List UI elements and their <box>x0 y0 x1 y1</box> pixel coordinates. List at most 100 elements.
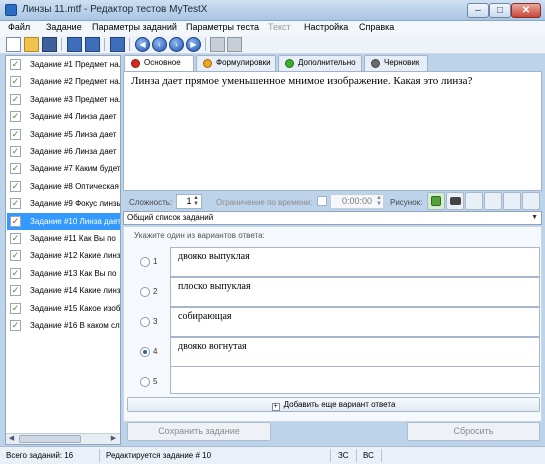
task-list-item[interactable]: ✓ Задание #3 Предмет на... <box>7 91 120 108</box>
save-task-button[interactable]: Сохранить задание <box>127 422 271 441</box>
task-list-item-selected[interactable]: ✓ Задание #10 Линза дает <box>7 212 120 230</box>
menu-text[interactable]: Текст <box>268 22 291 32</box>
answer-number: 3 <box>153 317 158 326</box>
check-icon: ✓ <box>10 320 21 331</box>
task-list-item[interactable]: ✓ Задание #13 Как Вы по <box>7 265 120 282</box>
answer-number: 4 <box>153 347 158 356</box>
maximize-button[interactable]: □ <box>489 3 511 18</box>
copy-icon[interactable] <box>210 37 225 52</box>
complexity-spinner-icon[interactable]: ▲ ▼ <box>191 195 201 208</box>
add-task-icon[interactable] <box>67 37 82 52</box>
task-list-item[interactable]: ✓ Задание #4 Линза дает <box>7 108 120 125</box>
task-type-select[interactable]: Общий список заданий ▼ <box>123 211 542 225</box>
tab-draft[interactable]: Черновик <box>364 55 428 71</box>
time-spinner-icon[interactable]: ▲ ▼ <box>374 195 384 208</box>
toolbar-separator <box>104 38 105 51</box>
add-picture-button[interactable] <box>427 192 445 210</box>
nav-first-icon[interactable]: ◀ <box>135 37 150 52</box>
status-editing: Редактируется задание # 10 <box>106 451 212 460</box>
toolbar-separator <box>61 38 62 51</box>
nav-next-icon[interactable]: › <box>169 37 184 52</box>
status-mode-2: ВС <box>363 451 374 460</box>
app-icon <box>5 4 17 16</box>
task-properties-icon[interactable] <box>110 37 125 52</box>
new-document-icon[interactable] <box>6 37 21 52</box>
menu-test-params[interactable]: Параметры теста <box>186 22 259 32</box>
task-list-item[interactable]: ✓ Задание #5 Линза дает <box>7 126 120 143</box>
picture-slot[interactable] <box>484 192 502 210</box>
task-list-item[interactable]: ✓ Задание #8 Оптическая <box>7 178 120 195</box>
answer-field-3[interactable]: собирающая <box>170 307 540 337</box>
green-dot-icon <box>285 59 294 68</box>
minimize-button[interactable]: – <box>467 3 489 18</box>
answer-radio-5[interactable] <box>140 377 150 387</box>
menu-settings[interactable]: Настройка <box>304 22 348 32</box>
task-list-item[interactable]: ✓ Задание #9 Фокус линзы <box>7 195 120 212</box>
toolbar-separator <box>129 38 130 51</box>
task-list-item[interactable]: ✓ Задание #7 Каким будет <box>7 160 120 177</box>
gray-dot-icon <box>371 59 380 68</box>
task-list-item[interactable]: ✓ Задание #6 Линза дает <box>7 143 120 160</box>
answer-field-2[interactable]: плоско выпуклая <box>170 277 540 307</box>
answer-radio-2[interactable] <box>140 287 150 297</box>
answer-radio-3[interactable] <box>140 317 150 327</box>
save-icon[interactable] <box>42 37 57 52</box>
paste-icon[interactable] <box>227 37 242 52</box>
scroll-thumb[interactable] <box>19 435 81 443</box>
delete-task-icon[interactable] <box>85 37 100 52</box>
task-list-item[interactable]: ✓ Задание #12 Какие линз <box>7 247 120 264</box>
open-folder-icon[interactable] <box>24 37 39 52</box>
check-icon: ✓ <box>10 76 21 88</box>
picture-slot[interactable] <box>522 192 540 210</box>
task-list-item[interactable]: ✓ Задание #11 Как Вы по <box>7 230 120 247</box>
task-list-item[interactable]: ✓ Задание #14 Какие линз <box>7 282 120 299</box>
answer-radio-4[interactable] <box>140 347 150 357</box>
question-editor[interactable]: Линза дает прямое уменьшенное мнимое изо… <box>123 71 542 191</box>
answer-field-5[interactable] <box>170 366 540 394</box>
scroll-right-icon[interactable]: ▶ <box>108 434 119 444</box>
answer-radio-1[interactable] <box>140 257 150 267</box>
check-icon: ✓ <box>10 250 21 262</box>
status-total-tasks: Всего заданий: 16 <box>6 451 74 460</box>
check-icon: ✓ <box>10 93 21 105</box>
nav-prev-icon[interactable]: ‹ <box>152 37 167 52</box>
task-list: ✓ Задание #1 Предмет на... ✓ Задание #2 Пр… <box>5 55 121 445</box>
title-bar: Линзы 11.mtf - Редактор тестов MyTestX –… <box>0 0 545 21</box>
question-text: Линза дает прямое уменьшенное мнимое изо… <box>131 75 473 87</box>
status-bar: Всего заданий: 16 Редактируется задание … <box>0 446 545 464</box>
menu-help[interactable]: Справка <box>359 22 394 32</box>
camera-button[interactable] <box>446 192 464 210</box>
task-type-value: Общий список заданий <box>127 213 214 222</box>
menu-file[interactable]: Файл <box>8 22 30 32</box>
reset-button[interactable]: Сбросить <box>407 422 540 441</box>
close-button[interactable]: ✕ <box>511 3 541 18</box>
picture-slot[interactable] <box>465 192 483 210</box>
task-list-item[interactable]: ✓ Задание #16 В каком слу <box>7 317 120 334</box>
picture-label: Рисунок: <box>390 198 423 207</box>
task-list-hscrollbar[interactable]: ◀ ▶ <box>6 433 120 444</box>
menu-task[interactable]: Задание <box>46 22 82 32</box>
answer-field-1[interactable]: двояко выпуклая <box>170 247 540 277</box>
tab-main[interactable]: Основное <box>124 55 194 71</box>
camera-icon <box>450 197 461 205</box>
red-dot-icon <box>131 59 140 68</box>
task-list-item[interactable]: ✓ Задание #2 Предмет на... <box>7 73 120 90</box>
menu-task-params[interactable]: Параметры заданий <box>92 22 177 32</box>
plus-icon: + <box>271 403 280 411</box>
tab-formulations[interactable]: Формулировки <box>196 55 276 71</box>
nav-last-icon[interactable]: ▶ <box>186 37 201 52</box>
menu-bar: Файл Задание Параметры заданий Параметры… <box>0 21 545 36</box>
check-icon: ✓ <box>10 267 21 279</box>
check-icon: ✓ <box>10 111 21 123</box>
check-icon: ✓ <box>10 163 21 175</box>
time-limit-checkbox[interactable] <box>317 196 327 206</box>
picture-slot[interactable] <box>503 192 521 210</box>
complexity-label: Сложность: <box>129 198 173 207</box>
chevron-down-icon: ▼ <box>531 214 538 221</box>
answer-field-4[interactable]: двояко вогнутая <box>170 337 540 367</box>
add-answer-button[interactable]: + Добавить еще вариант ответа <box>127 397 540 412</box>
task-list-item[interactable]: ✓ Задание #15 Какое изоб <box>7 300 120 317</box>
scroll-left-icon[interactable]: ◀ <box>6 434 17 444</box>
tab-additional[interactable]: Дополнительно <box>278 55 362 71</box>
task-list-item[interactable]: ✓ Задание #1 Предмет на... <box>7 56 120 73</box>
